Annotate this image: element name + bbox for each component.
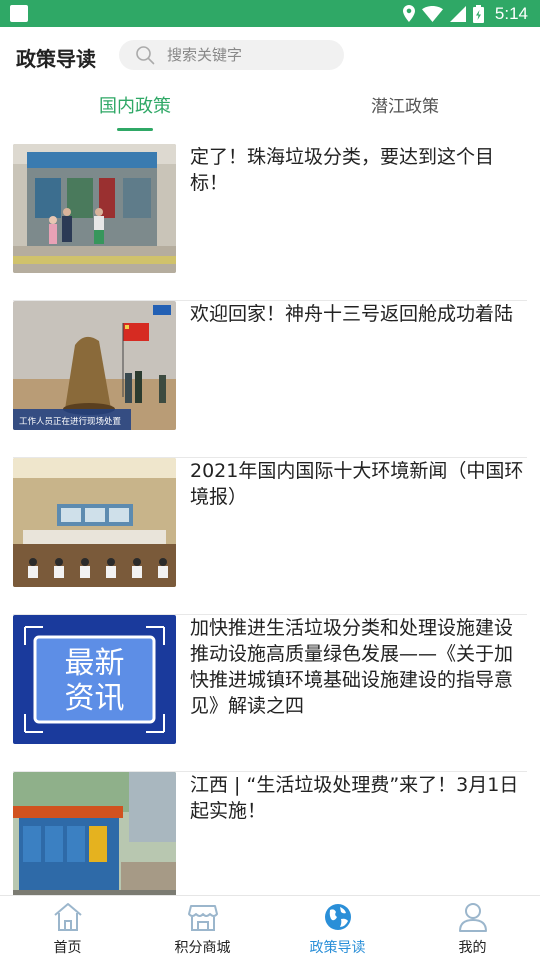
- nav-label: 我的: [458, 940, 487, 956]
- store-icon: [187, 905, 218, 931]
- nav-item-mine[interactable]: 我的: [405, 896, 540, 960]
- news-title: 加快推进生活垃圾分类和处理设施建设 推动设施高质量绿色发展——《关于加快推进城镇…: [190, 617, 514, 717]
- battery-icon: [472, 4, 484, 23]
- news-item[interactable]: 定了！珠海垃圾分类，要达到这个目标！: [13, 144, 527, 301]
- status-icons: 5:14: [402, 0, 528, 27]
- thumb-caption: 工作人员正在进行现场处置: [19, 416, 122, 427]
- nav-item-home[interactable]: 首页: [0, 896, 135, 960]
- news-thumbnail-recycling-station: [13, 144, 176, 273]
- tab-bar: 国内政策 潜江政策: [0, 84, 540, 132]
- location-icon: [402, 5, 415, 22]
- nav-label: 首页: [53, 940, 82, 956]
- news-item[interactable]: 最新 资讯 加快推进生活垃圾分类和处理设施建设 推动设施高质量绿色发展——《关于…: [13, 615, 527, 772]
- page-title: 政策导读: [16, 47, 96, 71]
- news-list: 定了！珠海垃圾分类，要达到这个目标！ 工作人员正在进行现场处置 欢迎回家！神舟十…: [13, 144, 527, 929]
- thumb-text-line1: 最新: [65, 646, 125, 681]
- search-icon: [136, 46, 155, 65]
- news-thumbnail-conference-room: [13, 458, 176, 587]
- news-title: 江西 | “生活垃圾处理费”来了！3月1日起实施！: [190, 774, 519, 822]
- news-title: 定了！珠海垃圾分类，要达到这个目标！: [190, 146, 495, 194]
- app-notification-icon: [10, 5, 28, 22]
- bottom-navigation: 首页 积分商城 政策导读 我的: [0, 895, 540, 960]
- user-icon: [458, 903, 487, 932]
- search-input[interactable]: [167, 40, 337, 70]
- wifi-icon: [421, 5, 443, 22]
- news-title: 2021年国内国际十大环境新闻（中国环境报）: [190, 460, 524, 508]
- nav-label: 积分商城: [174, 940, 231, 956]
- news-item[interactable]: 2021年国内国际十大环境新闻（中国环境报）: [13, 458, 527, 615]
- thumb-text-line2: 资讯: [65, 681, 125, 716]
- tab-domestic-policy[interactable]: 国内政策: [0, 84, 270, 132]
- search-bar[interactable]: [119, 40, 344, 70]
- tab-label: 潜江政策: [371, 97, 439, 117]
- status-bar: 5:14: [0, 0, 540, 27]
- home-icon: [53, 903, 82, 931]
- news-thumbnail-latest-news-banner: 最新 资讯: [13, 615, 176, 744]
- tab-qianjiang-policy[interactable]: 潜江政策: [270, 84, 540, 132]
- active-tab-indicator: [117, 128, 153, 131]
- news-thumbnail-garbage-kiosk: [13, 772, 176, 901]
- nav-item-points-mall[interactable]: 积分商城: [135, 896, 270, 960]
- nav-label: 政策导读: [309, 940, 366, 956]
- news-item[interactable]: 工作人员正在进行现场处置 欢迎回家！神舟十三号返回舱成功着陆: [13, 301, 527, 458]
- globe-icon: [324, 904, 351, 930]
- news-title: 欢迎回家！神舟十三号返回舱成功着陆: [190, 303, 514, 325]
- nav-item-policy-reading[interactable]: 政策导读: [270, 896, 405, 960]
- status-time: 5:14: [494, 3, 528, 23]
- signal-icon: [449, 5, 466, 22]
- news-thumbnail-return-capsule: 工作人员正在进行现场处置: [13, 301, 176, 430]
- header: 政策导读: [0, 27, 540, 84]
- tab-label: 国内政策: [99, 96, 171, 117]
